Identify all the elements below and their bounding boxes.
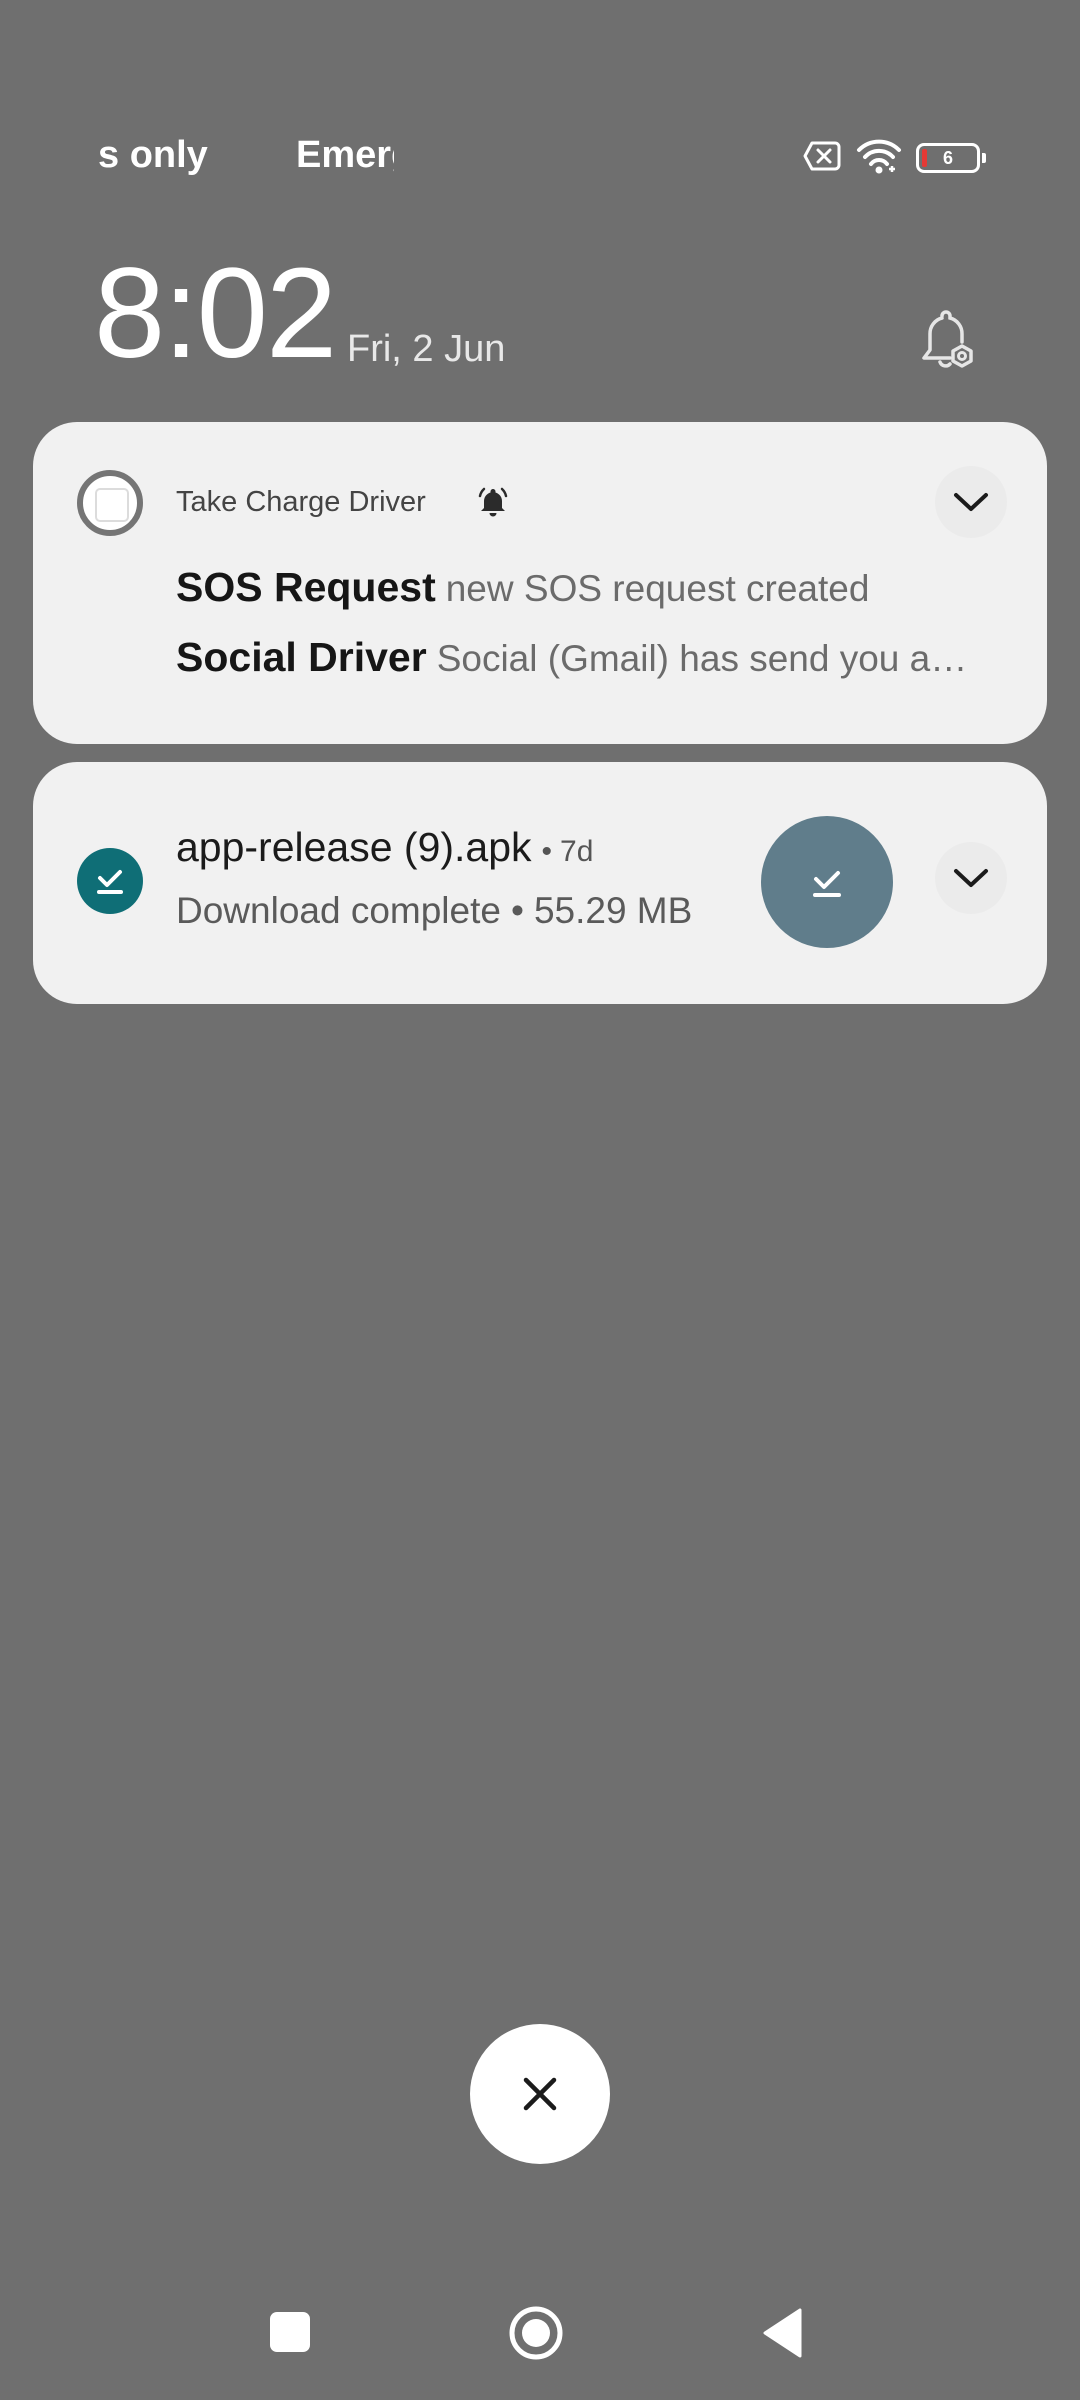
download-status: Download complete • 55.29 MB: [176, 890, 692, 932]
message-body: Social (Gmail) has send you a…: [436, 638, 968, 679]
home-button[interactable]: [508, 2305, 564, 2361]
notification-card-take-charge[interactable]: Take Charge Driver SOS Request new SOS re…: [33, 422, 1047, 744]
download-size: 55.29 MB: [533, 890, 693, 931]
alert-bell-icon: [475, 484, 511, 520]
message-body: new SOS request created: [445, 568, 870, 609]
notification-card-download[interactable]: app-release (9).apk • 7d Download complete…: [33, 762, 1047, 1004]
recents-button[interactable]: [270, 2312, 310, 2352]
chevron-down-icon: [954, 869, 988, 887]
separator: •: [541, 835, 553, 868]
home-icon: [509, 2306, 563, 2360]
lockscreen-date: Fri, 2 Jun: [347, 328, 506, 370]
sim-disabled-icon: [802, 140, 842, 177]
notification-age: 7d: [560, 835, 594, 868]
status-bar-carrier: s only Emerg: [98, 130, 398, 190]
back-button[interactable]: [760, 2306, 806, 2360]
app-icon: [77, 470, 143, 536]
wifi-icon: [856, 138, 902, 179]
chevron-down-icon: [954, 493, 988, 511]
notification-message: SOS Request new SOS request created: [176, 564, 1016, 611]
carrier-label-2: Emerg: [296, 134, 394, 176]
download-file-name: app-release (9).apk • 7d: [176, 824, 593, 871]
file-name: app-release (9).apk: [176, 824, 532, 870]
notification-app-name: Take Charge Driver: [176, 486, 426, 518]
notification-settings-icon[interactable]: [912, 308, 984, 380]
app-icon-inner: [95, 488, 129, 522]
carrier-label-1: s only: [98, 134, 208, 176]
lockscreen-time: 8:02: [94, 242, 337, 385]
expand-chevron-button[interactable]: [935, 842, 1007, 914]
status-bar-icons: 6: [802, 138, 986, 179]
battery-level: 6: [942, 148, 953, 168]
download-done-icon: [813, 871, 841, 897]
battery-icon: 6: [916, 143, 986, 173]
download-done-icon: [77, 848, 143, 914]
notification-message: Social Driver Social (Gmail) has send you…: [176, 634, 1016, 681]
close-icon: [523, 2077, 557, 2111]
clear-all-button[interactable]: [470, 2024, 610, 2164]
download-status-text: Download complete: [176, 890, 501, 931]
message-title: SOS Request: [176, 564, 436, 610]
back-icon: [763, 2308, 802, 2358]
expand-chevron-button[interactable]: [935, 466, 1007, 538]
message-title: Social Driver: [176, 634, 427, 680]
separator: •: [510, 890, 524, 931]
open-download-button[interactable]: [761, 816, 893, 948]
